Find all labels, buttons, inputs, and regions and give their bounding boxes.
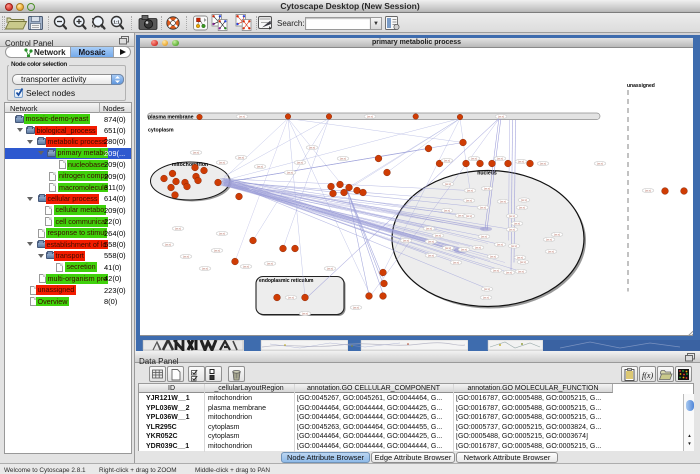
svg-text:(xx:x): (xx:x) <box>428 253 434 257</box>
svg-text:(xx:x): (xx:x) <box>471 156 477 160</box>
svg-text:(xx:x): (xx:x) <box>461 247 467 251</box>
svg-text:(xx:x): (xx:x) <box>466 198 472 202</box>
svg-text:endoplasmic reticulum: endoplasmic reticulum <box>259 278 314 284</box>
svg-text:(xx:x): (xx:x) <box>511 244 517 248</box>
svg-text:(xx:x): (xx:x) <box>445 246 451 250</box>
svg-text:(xx:x): (xx:x) <box>214 248 220 252</box>
svg-text:(xx:x): (xx:x) <box>500 199 506 203</box>
svg-text:(xx:x): (xx:x) <box>546 237 552 241</box>
svg-text:(xx:x): (xx:x) <box>238 155 244 159</box>
svg-text:(xx:x): (xx:x) <box>521 198 527 202</box>
svg-text:(xx:x): (xx:x) <box>239 114 245 118</box>
svg-text:(xx:x): (xx:x) <box>467 188 473 192</box>
svg-text:(xx:x): (xx:x) <box>327 266 333 270</box>
svg-text:(xx:x): (xx:x) <box>645 188 651 192</box>
svg-text:(xx:x): (xx:x) <box>202 266 208 270</box>
svg-text:(xx:x): (xx:x) <box>466 214 472 218</box>
svg-text:(xx:x): (xx:x) <box>445 182 451 186</box>
svg-text:(xx:x): (xx:x) <box>519 205 525 209</box>
svg-text:(xx:x): (xx:x) <box>165 242 171 246</box>
svg-text:cytoplasm: cytoplasm <box>148 127 174 133</box>
svg-text:mitochondrion: mitochondrion <box>172 162 208 168</box>
svg-text:(xx:x): (xx:x) <box>340 156 346 160</box>
svg-text:(xx:x): (xx:x) <box>444 208 450 212</box>
svg-text:(xx:x): (xx:x) <box>288 295 294 299</box>
svg-text:(xx:x): (xx:x) <box>554 232 560 236</box>
svg-text:(xx:x): (xx:x) <box>426 226 432 230</box>
svg-text:(xx:x): (xx:x) <box>353 305 359 309</box>
svg-text:(xx:x): (xx:x) <box>484 186 490 190</box>
svg-text:(xx:x): (xx:x) <box>540 161 546 165</box>
svg-text:(xx:x): (xx:x) <box>497 156 503 160</box>
svg-text:(xx:x): (xx:x) <box>367 114 373 118</box>
svg-text:(xx:x): (xx:x) <box>493 268 499 272</box>
svg-text:(xx:x): (xx:x) <box>435 233 441 237</box>
svg-text:f(x): f(x) <box>642 371 653 380</box>
svg-text:(xx:x): (xx:x) <box>520 260 526 264</box>
svg-text:(xx:x): (xx:x) <box>428 239 434 243</box>
svg-text:(xx:x): (xx:x) <box>548 249 554 253</box>
svg-text:(xx:x): (xx:x) <box>309 145 315 149</box>
svg-text:(xx:x): (xx:x) <box>243 264 249 268</box>
svg-text:(xx:x): (xx:x) <box>483 295 489 299</box>
svg-text:unassigned: unassigned <box>627 83 655 89</box>
svg-text:(xx:x): (xx:x) <box>506 270 512 274</box>
svg-text:(xx:x): (xx:x) <box>484 287 490 291</box>
svg-text:(xx:x): (xx:x) <box>257 164 263 168</box>
svg-text:(xx:x): (xx:x) <box>517 255 523 259</box>
svg-text:(xx:x): (xx:x) <box>490 254 496 258</box>
svg-text:(xx:x): (xx:x) <box>183 254 189 258</box>
svg-text:(xx:x): (xx:x) <box>219 231 225 235</box>
svg-text:(xx:x): (xx:x) <box>518 159 524 163</box>
svg-text:(xx:x): (xx:x) <box>267 261 273 265</box>
svg-text:(xx:x): (xx:x) <box>297 160 303 164</box>
svg-text:(xx:x): (xx:x) <box>514 221 520 225</box>
svg-text:(xx:x): (xx:x) <box>193 150 199 154</box>
svg-text:(xx:x): (xx:x) <box>287 170 293 174</box>
svg-text:(xx:x): (xx:x) <box>481 234 487 238</box>
svg-text:(xx:x): (xx:x) <box>509 227 515 231</box>
svg-text:(xx:x): (xx:x) <box>175 226 181 230</box>
svg-text:(xx:x): (xx:x) <box>518 269 524 273</box>
svg-text:(xx:x): (xx:x) <box>597 161 603 165</box>
svg-text:(xx:x): (xx:x) <box>475 245 481 249</box>
svg-text:(xx:x): (xx:x) <box>480 205 486 209</box>
svg-text:1:1: 1:1 <box>113 19 120 24</box>
svg-text:(xx:x): (xx:x) <box>498 114 504 118</box>
svg-text:(xx:x): (xx:x) <box>302 311 308 315</box>
svg-text:(xx:x): (xx:x) <box>403 238 409 242</box>
svg-text:(xx:x): (xx:x) <box>219 160 225 164</box>
svg-text:(xx:x): (xx:x) <box>453 260 459 264</box>
svg-text:(xx:x): (xx:x) <box>509 214 515 218</box>
svg-text:(xx:x): (xx:x) <box>497 242 503 246</box>
svg-text:(xx:x): (xx:x) <box>444 158 450 162</box>
svg-text:plasma membrane: plasma membrane <box>148 114 194 120</box>
